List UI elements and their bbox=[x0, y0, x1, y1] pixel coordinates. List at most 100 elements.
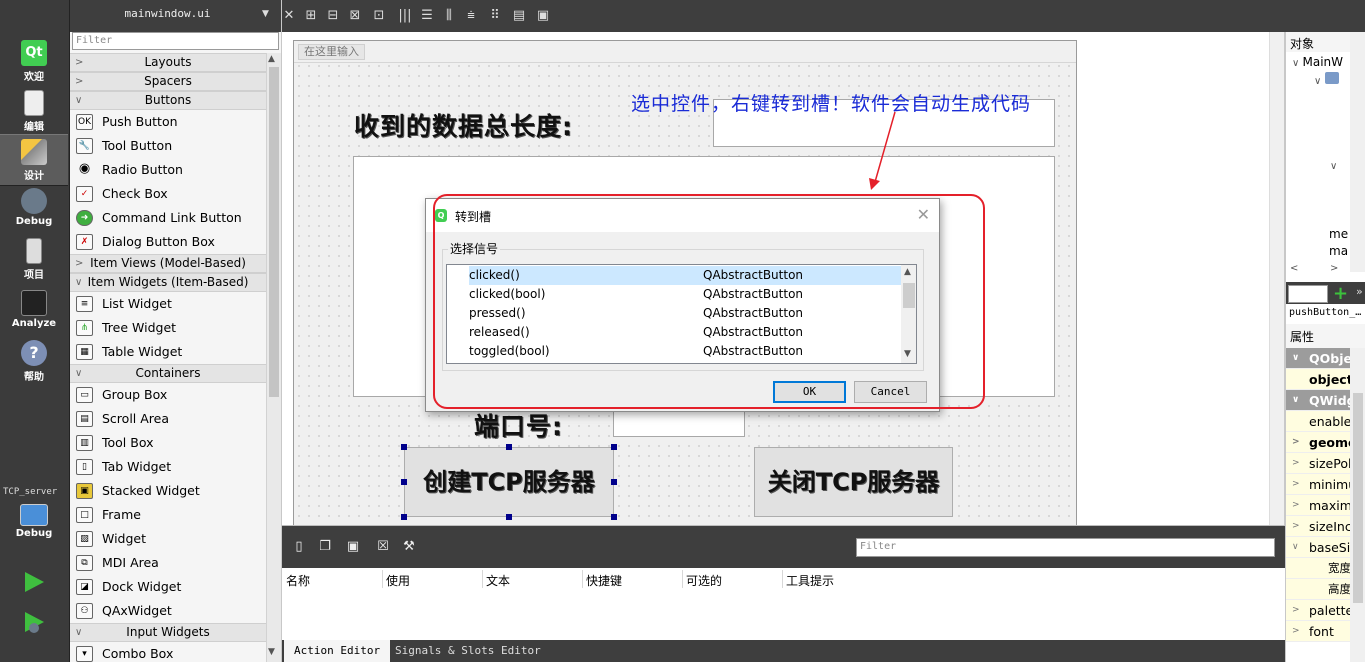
edit-buddies-icon[interactable]: ⊠ bbox=[348, 9, 362, 23]
selection-handle[interactable] bbox=[401, 514, 407, 520]
delete-action-icon[interactable]: ☒ bbox=[376, 539, 390, 555]
property-row[interactable]: > maxim bbox=[1286, 495, 1350, 516]
category-buttons[interactable]: ∨ Buttons bbox=[70, 91, 266, 110]
mode-design[interactable]: 设计 bbox=[0, 134, 68, 186]
widget-scroll-area[interactable]: ▤ Scroll Area bbox=[70, 407, 266, 431]
mode-debug[interactable]: Debug bbox=[0, 184, 68, 236]
property-row[interactable]: > geome bbox=[1286, 432, 1350, 453]
layout-form-icon[interactable]: ▤ bbox=[512, 9, 526, 23]
layout-grid-icon[interactable]: ⠿ bbox=[488, 9, 502, 23]
tab-action-editor[interactable]: Action Editor bbox=[284, 640, 391, 662]
property-row[interactable]: 高度 bbox=[1286, 579, 1350, 600]
category-layouts[interactable]: > Layouts bbox=[70, 53, 266, 72]
widget-command-link-button[interactable]: ➜ Command Link Button bbox=[70, 206, 266, 230]
open-document-selector[interactable]: mainwindow.ui ▼ bbox=[70, 0, 281, 32]
selection-handle[interactable] bbox=[506, 514, 512, 520]
widget-tab-widget[interactable]: ▯ Tab Widget bbox=[70, 455, 266, 479]
property-row[interactable]: > minimu bbox=[1286, 474, 1350, 495]
adjust-size-icon[interactable]: ▣ bbox=[536, 9, 550, 23]
property-row[interactable]: > font bbox=[1286, 621, 1350, 642]
property-row[interactable]: > sizePol bbox=[1286, 453, 1350, 474]
selection-handle[interactable] bbox=[611, 479, 617, 485]
widget-mdi-area[interactable]: ⧉ MDI Area bbox=[70, 551, 266, 575]
widget-push-button[interactable]: OK Push Button bbox=[70, 110, 266, 134]
action-filter-input[interactable]: Filter bbox=[856, 538, 1275, 557]
property-filter-input[interactable] bbox=[1288, 285, 1328, 303]
edit-tab-order-icon[interactable]: ⊡ bbox=[372, 9, 386, 23]
selection-handle[interactable] bbox=[506, 444, 512, 450]
property-row[interactable]: ∨ QWidg bbox=[1286, 390, 1350, 411]
selection-handle[interactable] bbox=[401, 479, 407, 485]
mode-edit[interactable]: 编辑 bbox=[0, 86, 68, 138]
layout-v-splitter-icon[interactable]: ⩧ bbox=[464, 9, 478, 23]
category-item-widgets[interactable]: ∨ Item Widgets (Item-Based) bbox=[70, 273, 266, 292]
mode-help[interactable]: ? 帮助 bbox=[0, 336, 68, 388]
selection-handle[interactable] bbox=[611, 514, 617, 520]
run-icon[interactable] bbox=[22, 570, 46, 594]
scrollbar-thumb[interactable] bbox=[1353, 393, 1363, 603]
widget-tree-widget[interactable]: ⋔ Tree Widget bbox=[70, 316, 266, 340]
widget-combo-box[interactable]: ▾ Combo Box bbox=[70, 642, 266, 662]
copy-action-icon[interactable]: ❐ bbox=[318, 539, 332, 555]
object-tree-scrollbar[interactable] bbox=[1350, 32, 1365, 272]
widget-check-box[interactable]: ✓ Check Box bbox=[70, 182, 266, 206]
category-item-views[interactable]: > Item Views (Model-Based) bbox=[70, 254, 266, 273]
new-action-icon[interactable]: ▯ bbox=[292, 539, 306, 555]
total-length-label[interactable]: 收到的数据总长度: bbox=[354, 107, 573, 143]
configure-wrench-icon[interactable]: ⚒ bbox=[402, 539, 416, 555]
object-tree-item[interactable]: me bbox=[1329, 227, 1348, 241]
widget-dialog-button-box[interactable]: ✗ Dialog Button Box bbox=[70, 230, 266, 254]
mode-projects[interactable]: 项目 bbox=[0, 234, 68, 286]
edit-widgets-icon[interactable]: ⊞ bbox=[304, 9, 318, 23]
widget-qaxwidget[interactable]: ⚇ QAxWidget bbox=[70, 599, 266, 623]
tab-signals-slots-editor[interactable]: Signals & Slots Editor bbox=[385, 640, 551, 662]
property-row[interactable]: > palette bbox=[1286, 600, 1350, 621]
widget-list-widget[interactable]: ≡ List Widget bbox=[70, 292, 266, 316]
layout-horizontal-icon[interactable]: ||| bbox=[398, 9, 412, 23]
widget-tool-box[interactable]: ▥ Tool Box bbox=[70, 431, 266, 455]
category-containers[interactable]: ∨ Containers bbox=[70, 364, 266, 383]
scrollbar-thumb[interactable] bbox=[269, 67, 279, 397]
column-shortcut[interactable]: 快捷键 bbox=[586, 572, 622, 589]
object-tree-expander[interactable]: ∨ bbox=[1330, 158, 1337, 172]
object-tree-item[interactable]: ma bbox=[1329, 244, 1348, 258]
widget-tool-button[interactable]: 🔧 Tool Button bbox=[70, 134, 266, 158]
category-input-widgets[interactable]: ∨ Input Widgets bbox=[70, 623, 266, 642]
add-property-icon[interactable]: + bbox=[1333, 283, 1348, 304]
horizontal-scroll-left-icon[interactable]: < bbox=[1290, 263, 1298, 274]
edit-signals-slots-icon[interactable]: ⊟ bbox=[326, 9, 340, 23]
paste-action-icon[interactable]: ▣ bbox=[346, 539, 360, 555]
close-tcp-server-button[interactable]: 关闭TCP服务器 bbox=[754, 447, 953, 517]
category-spacers[interactable]: > Spacers bbox=[70, 72, 266, 91]
widget-widget[interactable]: ▨ Widget bbox=[70, 527, 266, 551]
widget-frame[interactable]: □ Frame bbox=[70, 503, 266, 527]
port-input[interactable] bbox=[613, 409, 745, 437]
column-text[interactable]: 文本 bbox=[486, 572, 510, 589]
object-tree-child[interactable]: ∨ bbox=[1314, 72, 1339, 87]
widget-radio-button[interactable]: ◉ Radio Button bbox=[70, 158, 266, 182]
widget-group-box[interactable]: ▭ Group Box bbox=[70, 383, 266, 407]
object-tree-root[interactable]: ∨ MainW bbox=[1292, 55, 1343, 69]
property-scrollbar[interactable] bbox=[1350, 348, 1365, 662]
widget-table-widget[interactable]: ▦ Table Widget bbox=[70, 340, 266, 364]
property-row[interactable]: 宽度 bbox=[1286, 558, 1350, 579]
property-row[interactable]: enable bbox=[1286, 411, 1350, 432]
selection-handle[interactable] bbox=[611, 444, 617, 450]
canvas-vertical-scrollbar[interactable] bbox=[1269, 32, 1284, 525]
column-tooltip[interactable]: 工具提示 bbox=[786, 572, 834, 589]
property-row[interactable]: > sizeInc bbox=[1286, 516, 1350, 537]
column-checkable[interactable]: 可选的 bbox=[686, 572, 722, 589]
layout-vertical-icon[interactable]: ☰ bbox=[420, 9, 434, 23]
property-row[interactable]: object bbox=[1286, 369, 1350, 390]
create-tcp-server-button[interactable]: 创建TCP服务器 bbox=[404, 447, 614, 517]
layout-h-splitter-icon[interactable]: ⫼ bbox=[442, 9, 456, 23]
mode-analyze[interactable]: Analyze bbox=[0, 286, 68, 338]
port-label[interactable]: 端口号: bbox=[474, 407, 563, 443]
property-row[interactable]: ∨ baseSi bbox=[1286, 537, 1350, 558]
debug-run-icon[interactable] bbox=[22, 610, 46, 634]
property-row[interactable]: ∨ QObje bbox=[1286, 348, 1350, 369]
widget-dock-widget[interactable]: ◪ Dock Widget bbox=[70, 575, 266, 599]
menu-type-here-placeholder[interactable]: 在这里输入 bbox=[298, 44, 365, 60]
column-used[interactable]: 使用 bbox=[386, 572, 410, 589]
mode-welcome[interactable]: Qt 欢迎 bbox=[0, 36, 68, 88]
